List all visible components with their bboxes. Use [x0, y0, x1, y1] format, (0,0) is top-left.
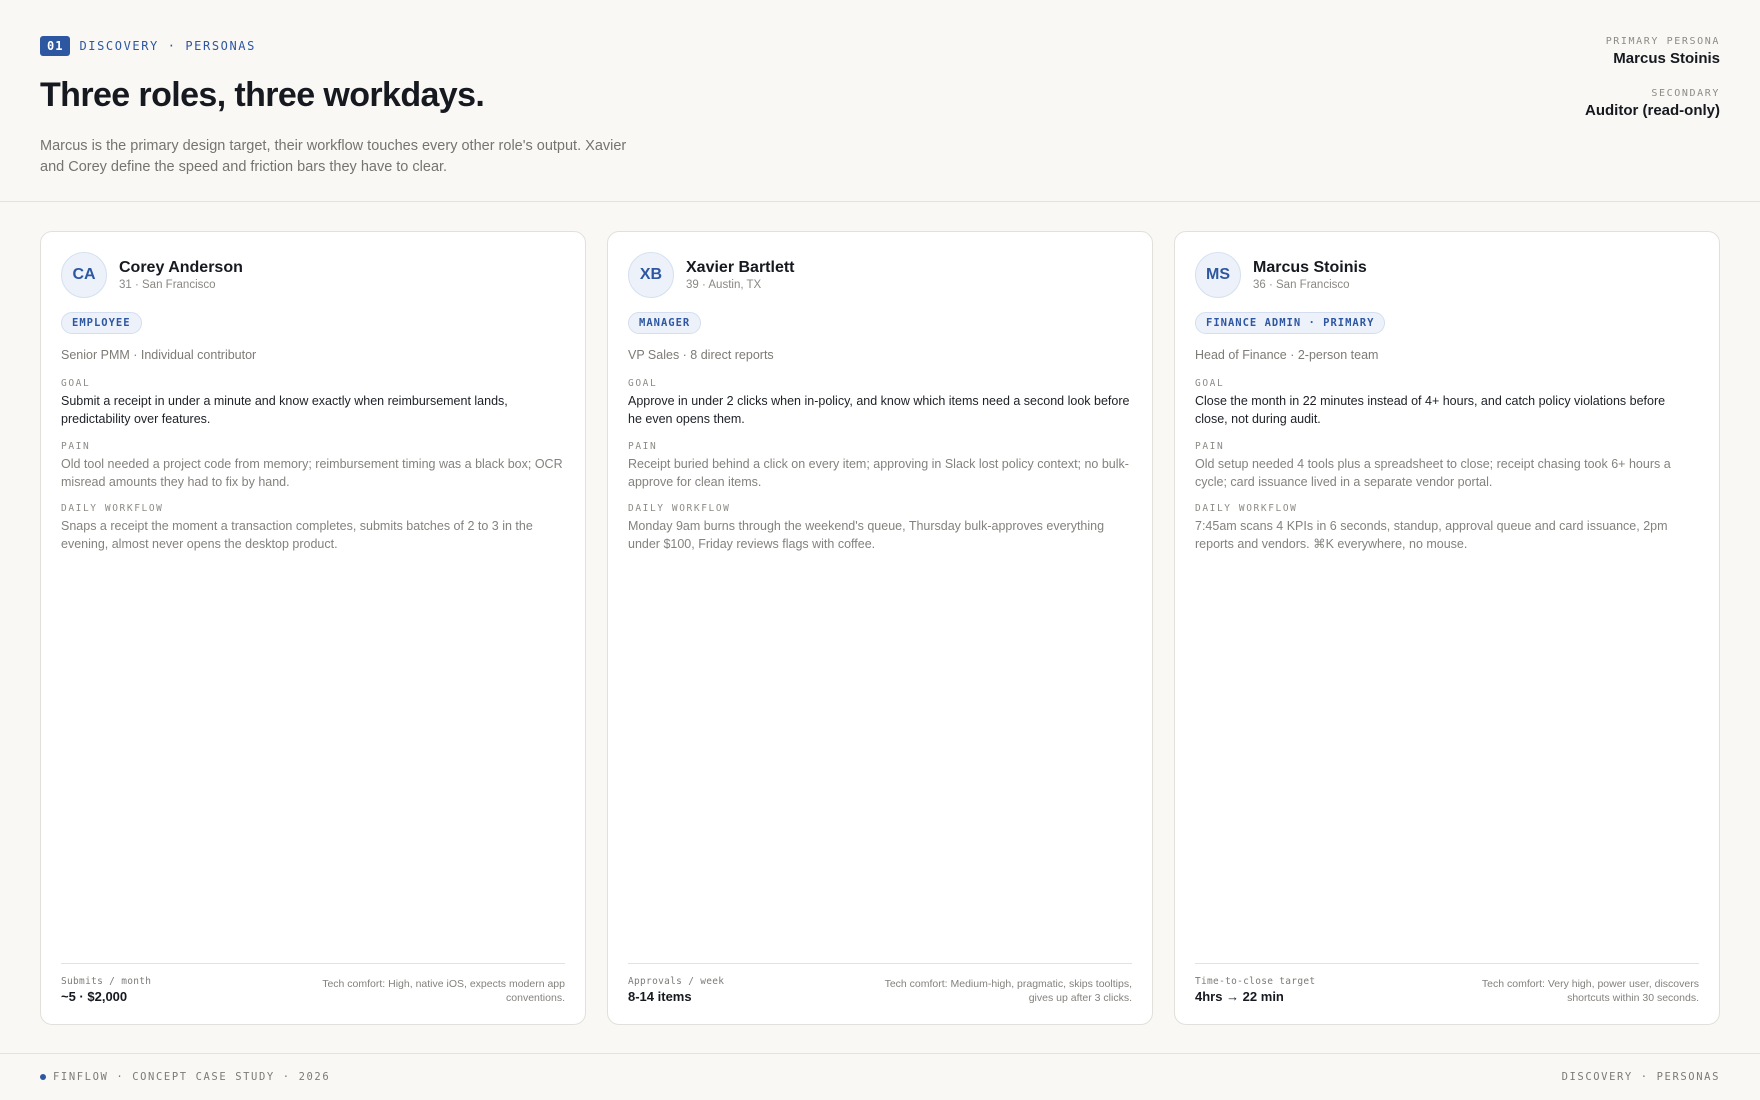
- workflow-label: DAILY WORKFLOW: [61, 503, 164, 514]
- persona-footer: Submits / month ~5 · $2,000 Tech comfort…: [61, 963, 565, 1005]
- tech-comfort: Tech comfort: High, native iOS, expects …: [322, 978, 565, 1004]
- workflow-section: DAILY WORKFLOW Snaps a receipt the momen…: [61, 503, 567, 553]
- avatar: MS: [1195, 252, 1241, 298]
- avatar: XB: [628, 252, 674, 298]
- primary-persona-value: Marcus Stoinis: [1613, 50, 1720, 67]
- goal-text: Approve in under 2 clicks when in-policy…: [628, 394, 1130, 426]
- persona-footer: Approvals / week 8-14 items Tech comfort…: [628, 963, 1132, 1005]
- persona-meta: 31 · San Francisco: [119, 279, 216, 291]
- goal-label: GOAL: [628, 378, 658, 389]
- goal-label: GOAL: [61, 378, 91, 389]
- workflow-text: 7:45am scans 4 KPIs in 6 seconds, standu…: [1195, 519, 1668, 551]
- footer-left-text: FINFLOW · CONCEPT CASE STUDY · 2026: [53, 1071, 331, 1083]
- role-badge: FINANCE ADMIN · PRIMARY: [1195, 312, 1386, 334]
- workflow-label: DAILY WORKFLOW: [628, 503, 731, 514]
- secondary-persona-label: SECONDARY: [1651, 88, 1720, 99]
- pain-label: PAIN: [628, 441, 658, 452]
- persona-role: Head of Finance · 2-person team: [1195, 348, 1379, 362]
- goal-text: Close the month in 22 minutes instead of…: [1195, 394, 1666, 426]
- tech-comfort: Tech comfort: Medium-high, pragmatic, sk…: [884, 978, 1132, 1004]
- footer-right-text: DISCOVERY · PERSONAS: [1561, 1071, 1720, 1083]
- brand-dot-icon: [40, 1074, 46, 1080]
- persona-meta: 36 · San Francisco: [1253, 279, 1350, 291]
- workflow-section: DAILY WORKFLOW Monday 9am burns through …: [628, 503, 1134, 553]
- primary-persona-meta: PRIMARY PERSONA Marcus Stoinis: [1606, 36, 1720, 67]
- persona-name: Marcus Stoinis: [1253, 259, 1367, 276]
- secondary-persona-meta: SECONDARY Auditor (read-only): [1585, 88, 1720, 119]
- pain-text: Old setup needed 4 tools plus a spreadsh…: [1195, 457, 1671, 489]
- metric-value: 8-14 items: [628, 989, 692, 1004]
- workflow-text: Monday 9am burns through the weekend's q…: [628, 519, 1105, 551]
- workflow-text: Snaps a receipt the moment a transaction…: [61, 519, 533, 551]
- persona-card-marcus: MS Marcus Stoinis 36 · San Francisco FIN…: [1174, 231, 1720, 1025]
- page-header: 01 DISCOVERY · PERSONAS Three roles, thr…: [0, 0, 1760, 202]
- workflow-label: DAILY WORKFLOW: [1195, 503, 1298, 514]
- metric-label: Time-to-close target: [1195, 976, 1316, 987]
- role-badge: EMPLOYEE: [61, 312, 142, 334]
- tech-comfort: Tech comfort: Very high, power user, dis…: [1481, 978, 1699, 1004]
- persona-header: MS Marcus Stoinis 36 · San Francisco: [1195, 252, 1367, 298]
- workflow-section: DAILY WORKFLOW 7:45am scans 4 KPIs in 6 …: [1195, 503, 1701, 553]
- pain-label: PAIN: [61, 441, 91, 452]
- persona-name: Corey Anderson: [119, 259, 243, 276]
- goal-section: GOAL Close the month in 22 minutes inste…: [1195, 378, 1701, 428]
- persona-card-xavier: XB Xavier Bartlett 39 · Austin, TX MANAG…: [607, 231, 1153, 1025]
- page-title: Three roles, three workdays.: [40, 76, 485, 114]
- metric-value: ~5 · $2,000: [61, 989, 128, 1004]
- secondary-persona-value: Auditor (read-only): [1585, 102, 1720, 119]
- pain-section: PAIN Old setup needed 4 tools plus a spr…: [1195, 441, 1701, 491]
- goal-label: GOAL: [1195, 378, 1225, 389]
- role-badge: MANAGER: [628, 312, 702, 334]
- persona-role: Senior PMM · Individual contributor: [61, 348, 257, 362]
- persona-footer: Time-to-close target 4hrs → 22 min Tech …: [1195, 963, 1699, 1005]
- primary-persona-label: PRIMARY PERSONA: [1605, 36, 1720, 47]
- goal-section: GOAL Approve in under 2 clicks when in-p…: [628, 378, 1134, 428]
- persona-role: VP Sales · 8 direct reports: [628, 348, 774, 362]
- metric-value: 4hrs → 22 min: [1195, 989, 1284, 1004]
- pain-text: Receipt buried behind a click on every i…: [628, 457, 1129, 489]
- persona-name: Xavier Bartlett: [686, 259, 795, 276]
- persona-meta: 39 · Austin, TX: [686, 279, 762, 291]
- metric-label: Submits / month: [61, 976, 152, 987]
- footer-brand: FINFLOW · CONCEPT CASE STUDY · 2026: [40, 1071, 330, 1083]
- metric-label: Approvals / week: [628, 976, 725, 987]
- breadcrumb: 01 DISCOVERY · PERSONAS: [40, 36, 256, 56]
- persona-header: XB Xavier Bartlett 39 · Austin, TX: [628, 252, 795, 298]
- step-badge: 01: [40, 36, 71, 56]
- persona-card-corey: CA Corey Anderson 31 · San Francisco EMP…: [40, 231, 586, 1025]
- avatar: CA: [61, 252, 107, 298]
- pain-section: PAIN Receipt buried behind a click on ev…: [628, 441, 1134, 491]
- pain-section: PAIN Old tool needed a project code from…: [61, 441, 567, 491]
- page-subtitle: Marcus is the primary design target, the…: [40, 138, 627, 175]
- goal-text: Submit a receipt in under a minute and k…: [61, 394, 508, 426]
- persona-header: CA Corey Anderson 31 · San Francisco: [61, 252, 243, 298]
- page-footer: FINFLOW · CONCEPT CASE STUDY · 2026 DISC…: [0, 1053, 1760, 1100]
- pain-text: Old tool needed a project code from memo…: [61, 457, 563, 489]
- goal-section: GOAL Submit a receipt in under a minute …: [61, 378, 567, 428]
- pain-label: PAIN: [1195, 441, 1225, 452]
- section-eyebrow: DISCOVERY · PERSONAS: [79, 39, 256, 53]
